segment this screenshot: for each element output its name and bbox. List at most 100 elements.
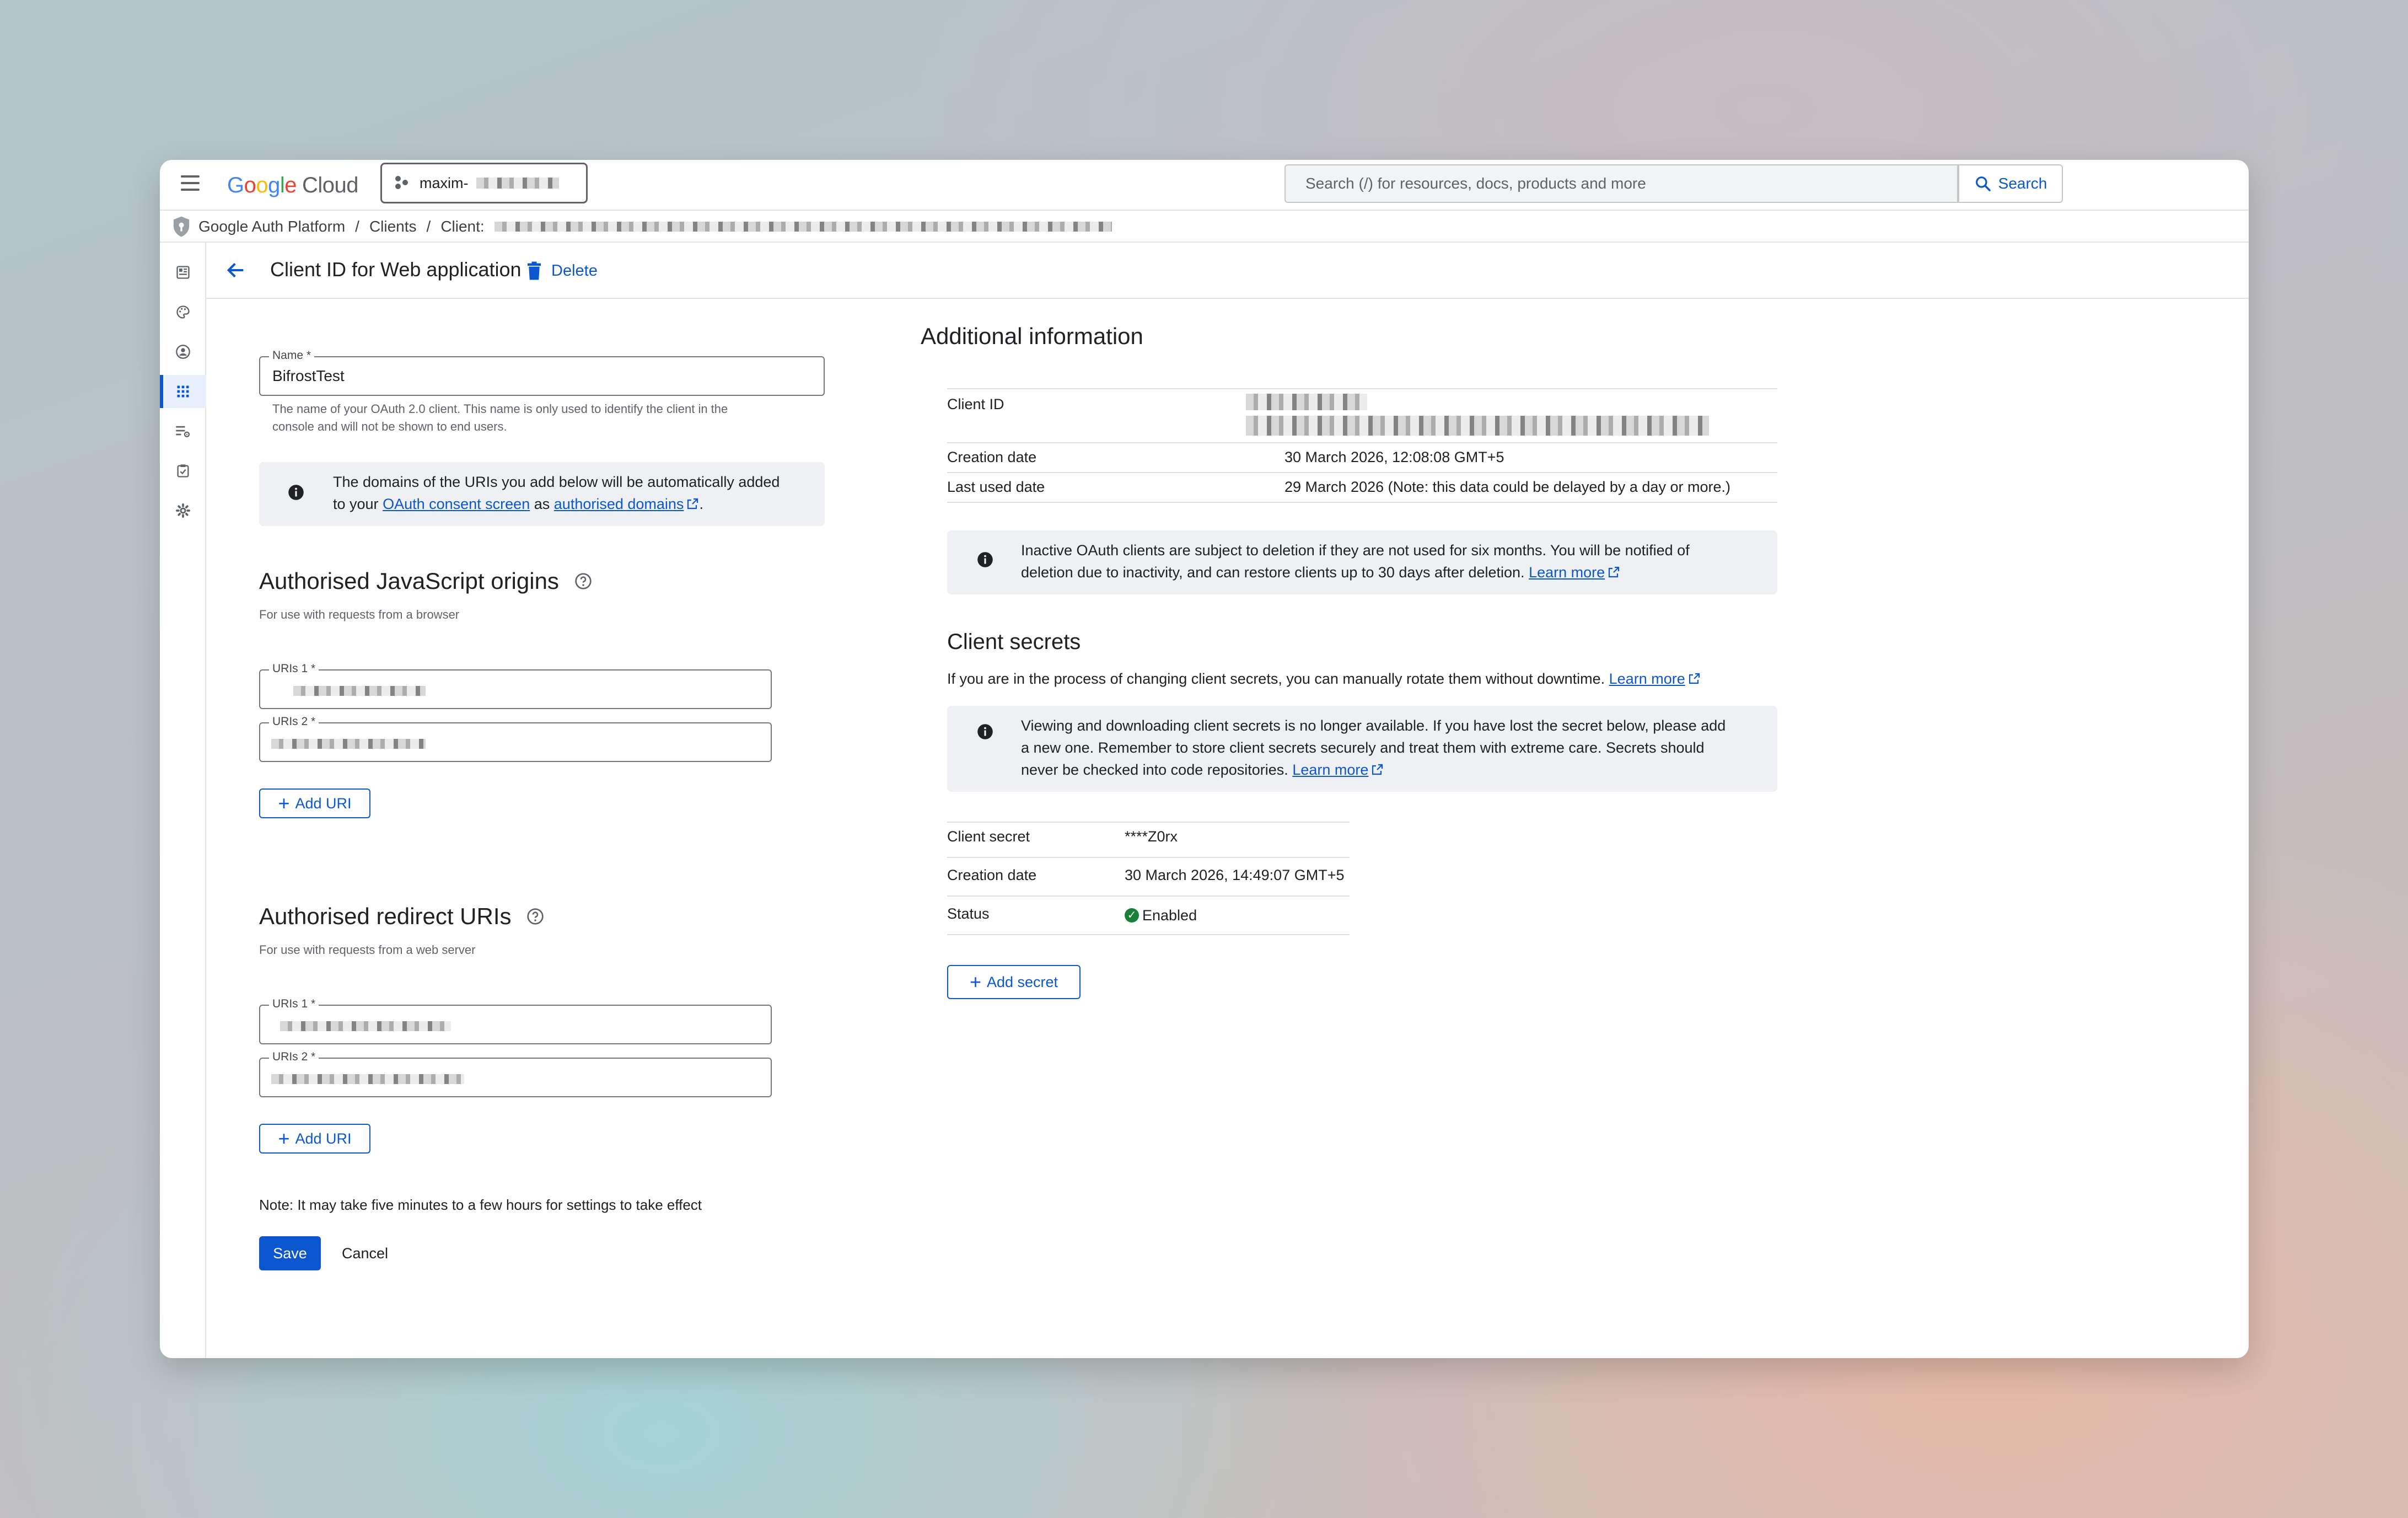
branding-icon [176,305,190,319]
secrets-info-learn-more-link[interactable]: Learn more [1292,761,1368,778]
save-button[interactable]: Save [259,1236,321,1270]
additional-info-title: Additional information [921,323,1143,349]
breadcrumb-clients[interactable]: Clients [369,218,417,235]
clients-icon [177,385,189,398]
creation-date-label: Creation date [947,449,1037,465]
rail-audience[interactable] [160,335,206,368]
secrets-info-box: Viewing and downloading client secrets i… [947,706,1777,792]
divider [947,822,1350,823]
add-secret-button[interactable]: + Add secret [947,965,1081,999]
name-helper-line-1: The name of your OAuth 2.0 client. This … [272,402,728,416]
rail-verification[interactable] [160,454,206,487]
logo-google-text: Google [227,173,297,197]
domains-info-text-b: as [534,496,550,512]
inactive-learn-more-link[interactable]: Learn more [1529,564,1605,581]
divider [947,857,1350,858]
project-picker[interactable]: maxim- [380,163,588,203]
client-secret-value: ****Z0rx [1125,828,1178,845]
external-link-icon [687,498,698,509]
add-redirect-uri-button[interactable]: + Add URI [259,1124,370,1154]
rail-dashboard[interactable] [160,256,206,289]
inactive-info-text: deletion due to inactivity, and can rest… [1021,564,1525,581]
add-secret-label: Add secret [986,973,1058,990]
redirect-uri-2-label: URIs 2 * [269,1050,319,1064]
name-label: Name * [269,349,315,362]
secret-creation-date-label: Creation date [947,867,1037,883]
redirect-uris-subtitle: For use with requests from a web server [259,943,476,957]
divider [947,934,1350,935]
help-icon[interactable] [574,572,592,590]
last-used-label: Last used date [947,479,1045,495]
secrets-info-line-2: a new one. Remember to store client secr… [1021,739,1705,756]
redacted-project-id [476,178,559,189]
hamburger-menu-icon[interactable] [181,175,201,195]
secrets-info-line-1: Viewing and downloading client secrets i… [1021,717,1726,734]
google-cloud-logo[interactable]: Google Cloud [227,170,359,201]
inactive-info-box: Inactive OAuth clients are subject to de… [947,530,1777,594]
client-secrets-title: Client secrets [947,630,1081,654]
data-access-icon [176,426,190,437]
search-placeholder: Search (/) for resources, docs, products… [1305,175,1646,192]
help-icon[interactable] [526,908,544,925]
audience-icon [176,345,190,359]
status-value: ✓ Enabled [1125,905,1197,924]
client-id-label: Client ID [947,396,1004,412]
external-link-icon [1689,673,1700,684]
divider [947,472,1777,473]
status-value-text: Enabled [1142,906,1197,924]
js-origin-uri-1-label: URIs 1 * [269,662,319,675]
rail-clients[interactable] [160,375,206,408]
js-origin-uri-2[interactable]: URIs 2 * [259,715,772,762]
breadcrumb-auth-platform[interactable]: Google Auth Platform [198,218,345,235]
plus-icon: + [969,970,981,993]
add-js-origin-button[interactable]: + Add URI [259,788,370,818]
rail-settings[interactable] [160,494,206,527]
logo-cloud-text: Cloud [302,173,359,197]
oauth-consent-screen-link[interactable]: OAuth consent screen [383,496,530,512]
secrets-learn-more-link[interactable]: Learn more [1609,671,1685,687]
rail-branding[interactable] [160,296,206,329]
js-origin-uri-1[interactable]: URIs 1 * [259,662,772,709]
back-button[interactable] [225,259,247,284]
domains-info-line-1: The domains of the URIs you add below wi… [333,474,780,490]
client-secrets-subtitle: If you are in the process of changing cl… [947,671,1701,688]
redacted-client-id-1 [1246,394,1367,410]
divider [947,442,1777,443]
plus-icon: + [278,792,290,814]
search-input[interactable]: Search (/) for resources, docs, products… [1284,164,1958,203]
name-helper-line-2: console and will not be shown to end use… [272,420,507,433]
secrets-info-line-3: never be checked into code repositories.… [1021,759,1771,781]
domains-info-line-2: to your OAuth consent screen as authoris… [333,496,703,512]
breadcrumb: Google Auth Platform / Clients / Client: [160,212,2249,243]
settings-note: Note: It may take five minutes to a few … [259,1197,702,1213]
left-nav-rail [160,243,206,1358]
domains-info-box: The domains of the URIs you add below wi… [259,462,825,526]
js-origin-uri-2-label: URIs 2 * [269,715,319,728]
status-label: Status [947,905,990,922]
info-icon [977,552,993,567]
delete-button[interactable]: Delete [526,256,598,286]
cancel-button[interactable]: Cancel [342,1245,388,1262]
project-icon [395,176,410,190]
creation-date-value: 30 March 2026, 12:08:08 GMT+5 [1284,449,1504,465]
redirect-uri-1-label: URIs 1 * [269,997,319,1011]
redacted-client-name [494,222,1112,232]
redirect-uri-1[interactable]: URIs 1 * [259,997,772,1044]
page-header: Client ID for Web application Delete [206,243,2249,299]
client-secrets-subtitle-text: If you are in the process of changing cl… [947,671,1605,687]
js-origins-title-text: Authorised JavaScript origins [259,568,559,594]
js-origins-title: Authorised JavaScript origins [259,568,592,594]
info-icon [977,724,993,739]
browser-window: Google Cloud maxim- Search (/) for resou… [160,160,2249,1358]
info-icon [288,485,304,500]
project-name: maxim- [420,174,469,191]
name-field[interactable]: Name * BifrostTest [259,349,825,396]
search-button[interactable]: Search [1958,164,2063,203]
inactive-info-line-1: Inactive OAuth clients are subject to de… [1021,542,1690,559]
rail-data-access[interactable] [160,415,206,448]
authorised-domains-link[interactable]: authorised domains [554,496,684,512]
delete-label: Delete [551,261,598,280]
breadcrumb-separator: / [355,218,359,235]
page-title: Client ID for Web application [270,258,522,281]
redirect-uri-2[interactable]: URIs 2 * [259,1050,772,1097]
